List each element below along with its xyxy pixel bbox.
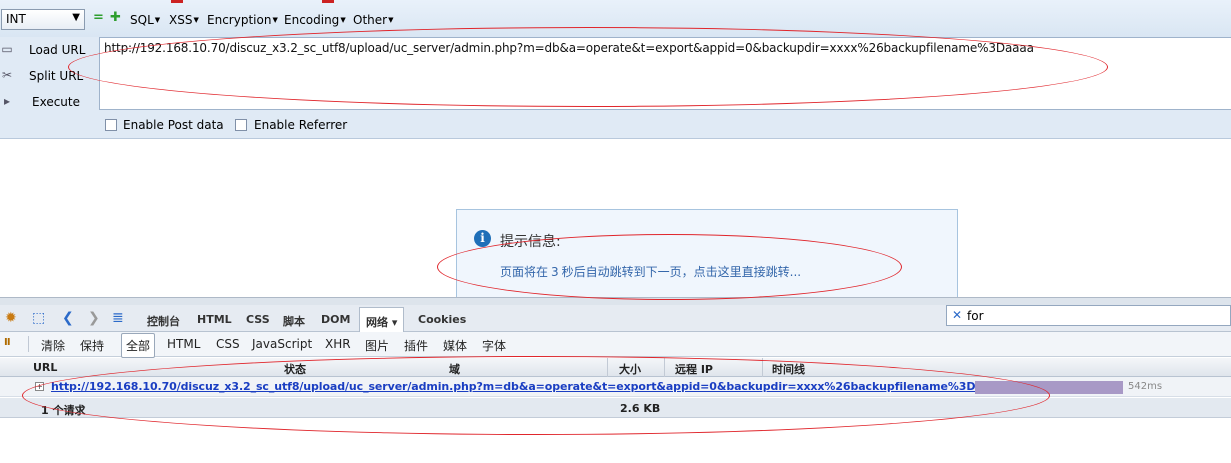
load-url-button[interactable]: ▭ Load URL [0,39,96,61]
pause-icon[interactable]: Ⅱ [4,337,11,348]
filter-all[interactable]: 全部 [121,333,156,358]
tab-dom[interactable]: DOM [321,313,350,326]
clear-button[interactable]: 清除 [41,337,65,354]
timeline-bar [975,381,1123,394]
column-status[interactable]: 状态 [284,361,306,377]
type-select[interactable]: INT ▼ [1,9,85,30]
menu-encryption[interactable]: Encryption▼ [207,13,278,27]
toolbar-edge-mark [322,0,334,3]
info-icon: i [474,230,491,247]
column-size[interactable]: 大小 [619,361,641,377]
column-separator [664,358,665,377]
network-filter-bar: Ⅱ 清除 保持 全部 HTML CSS JavaScript XHR 图片 插件… [0,332,1231,358]
split-url-label: Split URL [29,69,84,83]
network-column-header: URL 状态 域 大小 远程 IP 时间线 [0,358,1231,377]
menu-other[interactable]: Other▼ [353,13,393,27]
filter-css[interactable]: CSS [216,337,240,351]
column-separator [607,358,608,377]
url-value: http://192.168.10.70/discuz_x3.2_sc_utf8… [104,41,1034,55]
filter-xhr[interactable]: XHR [325,337,351,351]
request-url[interactable]: http://192.168.10.70/discuz_x3.2_sc_utf8… [51,380,1005,393]
split-url-button[interactable]: ✂ Split URL [0,65,96,87]
notice-title: 提示信息: [500,234,561,250]
menu-sql[interactable]: SQL▼ [130,13,160,27]
table-row[interactable]: + http://192.168.10.70/discuz_x3.2_sc_ut… [0,377,1231,397]
enable-post-label: Enable Post data [123,118,224,132]
url-textarea[interactable]: http://192.168.10.70/discuz_x3.2_sc_utf8… [99,37,1231,110]
firebug-icon[interactable]: ✹ [5,310,17,326]
decrease-icon[interactable]: = [93,11,104,24]
column-remote-ip[interactable]: 远程 IP [675,361,713,377]
column-separator [762,358,763,377]
enable-post-checkbox[interactable] [105,119,117,131]
tab-console[interactable]: 控制台 [147,313,180,329]
load-url-icon: ▭ [1,42,13,56]
tab-html[interactable]: HTML [197,313,232,326]
tab-css[interactable]: CSS [246,313,270,326]
filter-fonts[interactable]: 字体 [482,337,506,354]
search-value: for [967,309,984,323]
command-line-icon[interactable]: ≣ [112,310,124,326]
column-domain[interactable]: 域 [449,361,460,377]
notice-message[interactable]: 页面将在 3 秒后自动跳转到下一页，点击这里直接跳转... [500,263,801,280]
request-time: 542ms [1128,381,1163,392]
firebug-splitter[interactable] [0,297,1231,305]
play-icon: ▸ [3,94,11,108]
inspect-icon[interactable]: ⬚ [32,310,45,326]
clear-search-icon[interactable]: ✕ [952,308,962,322]
persist-button[interactable]: 保持 [80,337,104,354]
network-summary-row: 1 个请求 2.6 KB [0,398,1231,418]
enable-referrer-label: Enable Referrer [254,118,348,132]
type-select-value: INT [6,12,26,26]
enable-referrer-checkbox[interactable] [235,119,247,131]
filter-javascript[interactable]: JavaScript [252,337,312,351]
filter-divider [28,336,29,352]
scissors-icon: ✂ [1,68,13,82]
load-url-label: Load URL [29,43,86,57]
execute-button[interactable]: ▸ Execute [0,91,96,113]
notice-box: i 提示信息: 页面将在 3 秒后自动跳转到下一页，点击这里直接跳转... [456,209,958,299]
back-icon[interactable]: ❮ [62,310,74,326]
tab-cookies[interactable]: Cookies [418,313,466,326]
filter-images[interactable]: 图片 [365,337,389,354]
firebug-search-input[interactable]: ✕ for [946,305,1231,326]
forward-icon[interactable]: ❯ [88,310,100,326]
chevron-down-icon: ▼ [72,12,80,23]
request-count: 1 个请求 [41,404,86,417]
tab-network[interactable]: 网络 ▾ [359,307,405,333]
menu-encoding[interactable]: Encoding▼ [284,13,346,27]
filter-plugins[interactable]: 插件 [404,337,428,354]
increase-icon[interactable]: ✚ [110,11,121,24]
hackbar-toolbar: INT ▼ = ✚ SQL▼ XSS▼ Encryption▼ Encoding… [0,0,1231,37]
total-size: 2.6 KB [620,402,661,415]
filter-media[interactable]: 媒体 [443,337,467,354]
menu-xss[interactable]: XSS▼ [169,13,199,27]
filter-html[interactable]: HTML [167,337,200,351]
execute-label: Execute [32,95,80,109]
column-timeline[interactable]: 时间线 [772,361,805,377]
column-url[interactable]: URL [33,361,57,374]
expand-icon[interactable]: + [35,382,44,391]
tab-script[interactable]: 脚本 [283,313,305,329]
toolbar-edge-mark [171,0,183,3]
